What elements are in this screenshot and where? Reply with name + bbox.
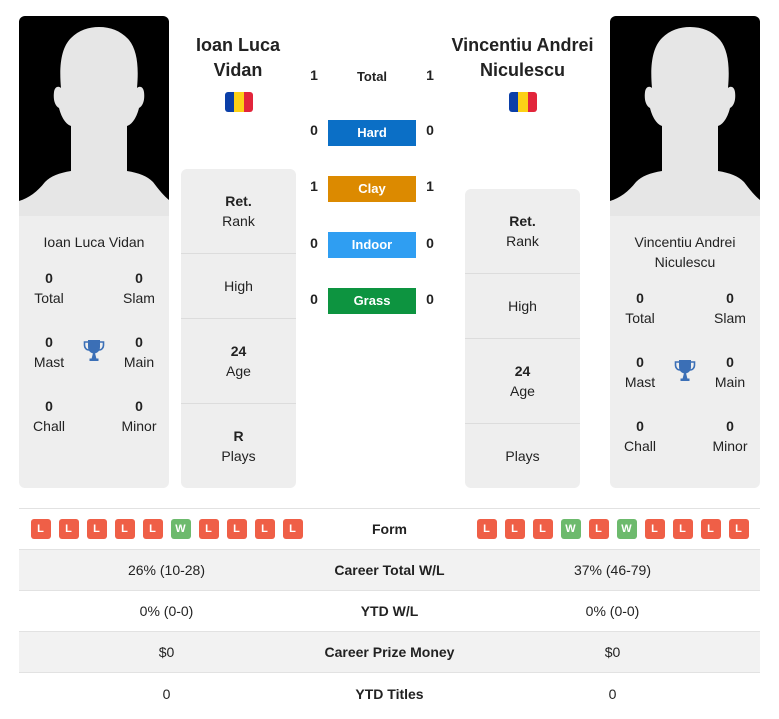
player2-ytd-wl: 0% (0-0) xyxy=(585,603,640,619)
form-loss-badge[interactable]: L xyxy=(226,519,247,539)
form-loss-badge[interactable]: L xyxy=(254,519,275,539)
player1-titles-mast: 0 Mast xyxy=(33,334,65,370)
surface-indoor-badge: Indoor xyxy=(328,232,416,258)
form-loss-badge[interactable]: L xyxy=(644,519,665,539)
player2-titles-slam: 0 Slam xyxy=(714,290,746,326)
surface-grass-badge: Grass xyxy=(328,288,416,314)
player2-card-name: Vincentiu Andrei Niculescu xyxy=(634,234,736,270)
form-loss-badge[interactable]: L xyxy=(672,519,693,539)
player2-titles-mast: 0 Mast xyxy=(624,354,656,390)
player2-name-heading[interactable]: Vincentiu Andrei Niculescu xyxy=(446,33,599,83)
player1-titles-chall: 0 Chall xyxy=(33,398,65,434)
player1-ytd-wl: 0% (0-0) xyxy=(139,603,194,619)
avatar-silhouette-icon xyxy=(19,27,169,216)
player1-card-name: Ioan Luca Vidan xyxy=(43,234,145,250)
player1-prize-money: $0 xyxy=(158,644,175,660)
form-loss-badge[interactable]: L xyxy=(700,519,721,539)
player2-career-wl: 37% (46-79) xyxy=(573,562,652,578)
player1-ytd-titles: 0 xyxy=(162,685,171,702)
ytd-titles-row: 0 YTD Titles 0 xyxy=(19,673,760,714)
h2h-clay-p2: 1 xyxy=(426,178,434,194)
player2-plays: Plays xyxy=(505,448,540,464)
player2-age: 24 Age xyxy=(465,339,580,424)
prize-money-row: $0 Career Prize Money $0 xyxy=(19,632,760,673)
form-loss-badge[interactable]: L xyxy=(282,519,303,539)
player1-career-wl: 26% (10-28) xyxy=(127,562,206,578)
h2h-indoor-p1: 0 xyxy=(310,235,318,251)
form-loss-badge[interactable]: L xyxy=(198,519,219,539)
h2h-total-p2: 1 xyxy=(426,67,434,83)
trophy-icon xyxy=(83,340,105,361)
player1-titles-total: 0 Total xyxy=(34,270,64,306)
ytd-wl-row: 0% (0-0) YTD W/L 0% (0-0) xyxy=(19,591,760,632)
h2h-total-p1: 1 xyxy=(310,67,318,83)
player2-ytd-titles: 0 xyxy=(608,685,617,702)
h2h-grass-p2: 0 xyxy=(426,291,434,307)
form-loss-badge[interactable]: L xyxy=(588,519,609,539)
h2h-hard-p2: 0 xyxy=(426,122,434,138)
form-loss-badge[interactable]: L xyxy=(86,519,107,539)
player1-name-heading[interactable]: Ioan Luca Vidan xyxy=(178,33,298,83)
ytd-titles-label: YTD Titles xyxy=(355,685,424,702)
player2-titles-main: 0 Main xyxy=(714,354,746,390)
player2-prize-money: $0 xyxy=(604,644,621,660)
player1-age: 24 Age xyxy=(181,319,296,404)
form-loss-badge[interactable]: L xyxy=(532,519,553,539)
prize-money-label: Career Prize Money xyxy=(324,644,455,660)
player1-form: LLLLLWLLLL xyxy=(19,519,314,539)
player1-rank: Ret. Rank xyxy=(181,169,296,254)
form-label: Form xyxy=(372,521,407,537)
form-loss-badge[interactable]: L xyxy=(476,519,497,539)
player1-titles-main: 0 Main xyxy=(123,334,155,370)
form-loss-badge[interactable]: L xyxy=(504,519,525,539)
player2-titles-minor: 0 Minor xyxy=(712,418,748,454)
surface-hard-badge: Hard xyxy=(328,120,416,146)
h2h-indoor-p2: 0 xyxy=(426,235,434,251)
romania-flag-icon xyxy=(225,92,253,112)
player2-titles: 0 Total 0 Slam 0 Mast 0 Main 0 Chall 0 M… xyxy=(610,272,760,482)
player1-titles-minor: 0 Minor xyxy=(121,398,157,434)
form-win-badge[interactable]: W xyxy=(560,519,581,539)
form-loss-badge[interactable]: L xyxy=(30,519,51,539)
career-wl-label: Career Total W/L xyxy=(334,562,445,578)
player1-titles: 0 Total 0 Slam 0 Mast 0 Main 0 Chall 0 M… xyxy=(19,252,169,482)
player2-card: Vincentiu Andrei Niculescu 0 Total 0 Sla… xyxy=(610,16,760,488)
avatar-silhouette-icon xyxy=(610,27,760,216)
h2h-grass-p1: 0 xyxy=(310,291,318,307)
player1-card: Ioan Luca Vidan 0 Total 0 Slam 0 Mast 0 … xyxy=(19,16,169,488)
h2h-clay-p1: 1 xyxy=(310,178,318,194)
h2h-total-label: Total xyxy=(356,69,388,84)
trophy-icon xyxy=(674,360,696,381)
player1-titles-slam: 0 Slam xyxy=(123,270,155,306)
player1-info: Ret. Rank High 24 Age R Plays xyxy=(181,169,296,488)
form-win-badge[interactable]: W xyxy=(616,519,637,539)
form-win-badge[interactable]: W xyxy=(170,519,191,539)
form-loss-badge[interactable]: L xyxy=(58,519,79,539)
romania-flag-icon xyxy=(509,92,537,112)
h2h-hard-p1: 0 xyxy=(310,122,318,138)
player2-info: Ret. Rank High 24 Age Plays xyxy=(465,189,580,488)
player2-rank: Ret. Rank xyxy=(465,189,580,274)
player2-titles-total: 0 Total xyxy=(625,290,655,326)
player2-form: LLLWLWLLLL xyxy=(465,519,760,539)
player2-photo xyxy=(610,16,760,216)
player1-plays: R Plays xyxy=(221,428,256,464)
form-loss-badge[interactable]: L xyxy=(114,519,135,539)
player1-photo xyxy=(19,16,169,216)
player1-high: High xyxy=(181,254,296,319)
form-row: LLLLLWLLLL Form LLLWLWLLLL xyxy=(19,509,760,550)
player2-titles-chall: 0 Chall xyxy=(624,418,656,454)
form-loss-badge[interactable]: L xyxy=(728,519,749,539)
ytd-wl-label: YTD W/L xyxy=(360,603,419,619)
surface-clay-badge: Clay xyxy=(328,176,416,202)
form-loss-badge[interactable]: L xyxy=(142,519,163,539)
stats-table: LLLLLWLLLL Form LLLWLWLLLL 26% (10-28) C… xyxy=(19,508,760,714)
player2-high: High xyxy=(465,274,580,339)
career-wl-row: 26% (10-28) Career Total W/L 37% (46-79) xyxy=(19,550,760,591)
